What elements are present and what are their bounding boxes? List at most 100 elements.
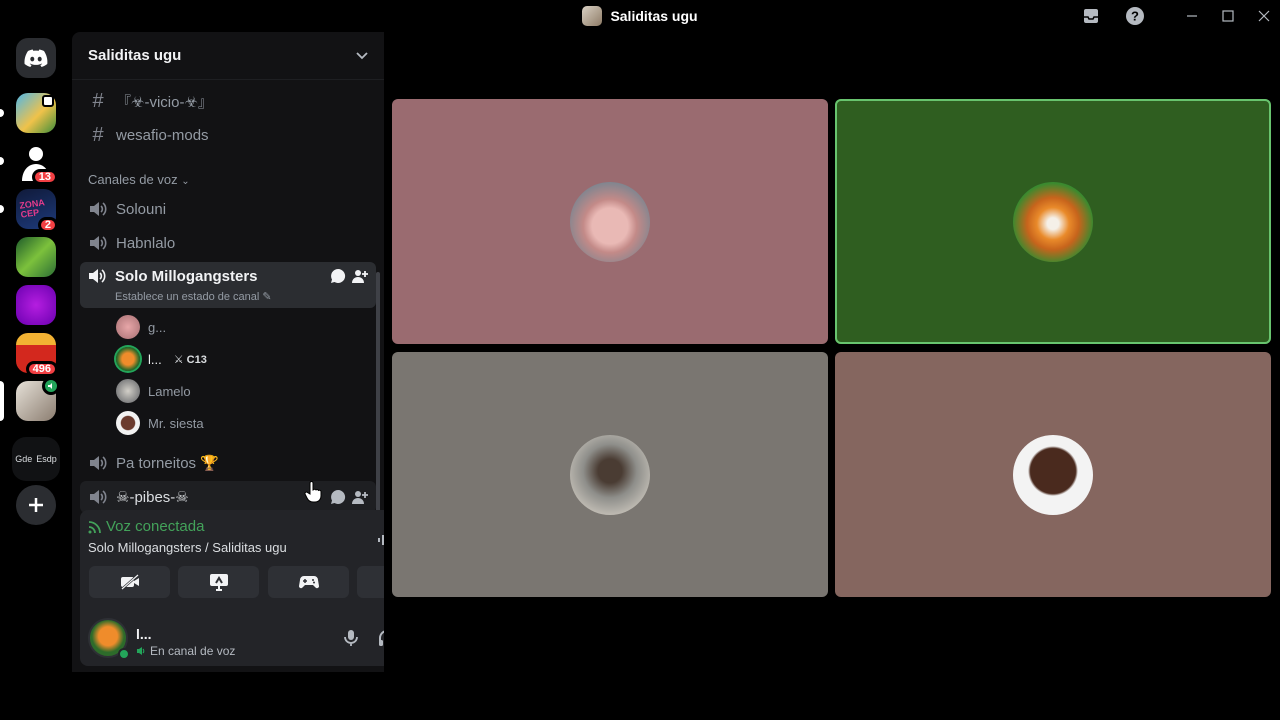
channel-actions (330, 268, 368, 284)
maximize-icon[interactable] (1217, 6, 1239, 26)
speaker-icon (88, 455, 108, 471)
voice-user[interactable]: Lamelo (116, 377, 191, 405)
server-icon-2[interactable]: 13 (16, 141, 58, 185)
user-tag: ⚔ C13 (173, 353, 207, 366)
noise-suppression-icon[interactable] (375, 528, 384, 552)
channel-status[interactable]: Establece un estado de canal ✎ (115, 290, 272, 303)
channel-actions (330, 489, 368, 505)
participant-tile[interactable] (392, 352, 828, 597)
server-folder[interactable]: Gde Esdp (12, 437, 60, 481)
voice-user[interactable]: Mr. siesta (116, 409, 204, 437)
channel-name: wesafio-mods (116, 126, 209, 144)
close-icon[interactable] (1253, 6, 1275, 26)
chevron-down-icon (356, 51, 368, 59)
channel-name: Pa torneitos 🏆 (116, 455, 219, 472)
camera-off-icon (120, 574, 139, 590)
server-icon (582, 6, 603, 26)
server-rail: 13 ZONA CEP 2 496 Gde Esdp (0, 32, 72, 672)
avatar (116, 411, 140, 435)
voice-channel-active[interactable]: Solo Millogangsters Establece un estado … (80, 262, 376, 308)
activities-button[interactable] (268, 566, 349, 598)
speaker-icon (88, 235, 108, 251)
server-icon-6[interactable]: 496 (16, 333, 58, 377)
user-status: En canal de voz (136, 644, 235, 658)
folder-label-1: Gde (15, 454, 33, 464)
scrollbar[interactable] (376, 272, 380, 512)
svg-text:?: ? (1131, 9, 1139, 24)
chat-icon[interactable] (330, 489, 346, 505)
title-bar: Saliditas ugu ? (0, 0, 1280, 32)
speaker-icon (88, 201, 108, 217)
screen-share-icon (209, 574, 228, 591)
hash-icon: # (92, 89, 104, 112)
server-icon-1[interactable] (16, 93, 56, 133)
inbox-icon[interactable] (1080, 6, 1102, 26)
speaker-icon (88, 489, 108, 505)
minimize-icon[interactable] (1181, 6, 1203, 26)
voice-user[interactable]: g... (116, 313, 166, 341)
microphone-icon[interactable] (339, 626, 363, 650)
soundboard-button[interactable] (357, 566, 384, 598)
voice-user-name: l... (148, 351, 162, 367)
channel-name: Solouni (116, 200, 167, 218)
invite-icon[interactable] (352, 268, 368, 284)
voice-user[interactable]: l... ⚔ C13 (116, 345, 207, 373)
unread-indicator (0, 205, 4, 213)
server-icon-current[interactable] (16, 377, 60, 421)
username[interactable]: l... (136, 626, 152, 642)
category-label: Canales de voz (88, 172, 178, 187)
unread-indicator (0, 157, 4, 165)
voice-user-name: Lamelo (148, 383, 191, 399)
window-title-text: Saliditas ugu (610, 8, 698, 24)
server-icon-4[interactable] (16, 237, 56, 277)
participant-tile[interactable] (392, 99, 828, 344)
discord-home-icon[interactable] (16, 38, 56, 78)
server-icon-3[interactable]: ZONA CEP 2 (16, 189, 58, 233)
channel-name: 『☣-vicio-☣』 (116, 93, 213, 111)
avatar (116, 347, 140, 371)
chevron-down-icon: ⌄ (181, 176, 190, 187)
online-status-icon (118, 648, 130, 660)
voice-channel-torneitos[interactable]: Pa torneitos 🏆 (80, 447, 368, 479)
user-panel: l... En canal de voz (80, 614, 384, 666)
participant-tile-speaking[interactable] (835, 99, 1271, 344)
headphones-icon[interactable] (375, 626, 384, 650)
camera-off-button[interactable] (89, 566, 170, 598)
mention-badge: 13 (31, 169, 58, 185)
text-channel-wesafio[interactable]: # wesafio-mods (80, 119, 368, 151)
voice-user-name: g... (148, 319, 167, 335)
participant-avatar (570, 434, 650, 515)
voice-active-icon (42, 377, 60, 395)
hash-icon: # (92, 123, 104, 146)
gamepad-icon (298, 576, 319, 589)
speaker-icon (137, 647, 145, 655)
participant-avatar (1013, 434, 1093, 515)
add-server-icon[interactable] (16, 485, 56, 525)
participant-avatar (570, 181, 650, 262)
invite-icon[interactable] (352, 489, 368, 505)
window-bottom (0, 672, 1280, 720)
text-channel-vicio[interactable]: # 『☣-vicio-☣』 (80, 85, 368, 117)
folder-label-2: Esdp (36, 454, 57, 464)
voice-status[interactable]: Voz conectada (88, 518, 204, 535)
screen-share-button[interactable] (178, 566, 259, 598)
voice-channel-solouni[interactable]: Solouni (80, 193, 368, 225)
voice-channel-pibes[interactable]: ☠-pibes-☠ (80, 481, 376, 513)
channel-name: ☠-pibes-☠ (116, 489, 189, 506)
voice-panel: Voz conectada Solo Millogangsters / Sali… (80, 510, 384, 666)
voice-channel-habnlalo[interactable]: Habnlalo (80, 227, 368, 259)
voice-category[interactable]: Canales de voz ⌄ (88, 172, 190, 187)
user-status-text: En canal de voz (150, 644, 236, 658)
sword-icon: ⚔ (173, 353, 184, 366)
voice-location[interactable]: Solo Millogangsters / Saliditas ugu (88, 540, 287, 555)
guild-header[interactable]: Saliditas ugu (72, 32, 384, 80)
help-icon[interactable]: ? (1124, 6, 1146, 26)
participant-tile[interactable] (835, 352, 1271, 597)
hand-cursor-icon (304, 481, 322, 503)
channel-name: Solo Millogangsters (115, 268, 258, 285)
activity-icon (42, 95, 54, 107)
signal-icon (88, 520, 101, 533)
chat-icon[interactable] (330, 268, 346, 284)
voice-stage (384, 32, 1280, 672)
server-icon-5[interactable] (16, 285, 56, 325)
